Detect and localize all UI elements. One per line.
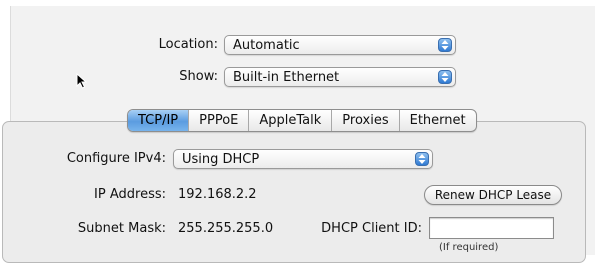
dhcp-client-id-field[interactable] [429, 217, 554, 239]
up-down-arrows-icon [438, 70, 452, 84]
mouse-pointer-icon [76, 72, 88, 93]
location-popup[interactable]: Automatic [224, 35, 456, 55]
location-popup-value: Automatic [233, 38, 300, 53]
tab-tcp-ip[interactable]: TCP/IP [128, 110, 189, 131]
ip-address-value: 192.168.2.2 [178, 187, 257, 202]
ip-address-label: IP Address: [94, 187, 166, 202]
show-label: Show: [179, 69, 218, 84]
dhcp-client-id-label: DHCP Client ID: [321, 221, 422, 236]
tab-pppoe[interactable]: PPPoE [188, 110, 248, 131]
configure-ipv4-popup[interactable]: Using DHCP [173, 149, 433, 169]
configure-ipv4-label: Configure IPv4: [66, 151, 166, 166]
show-popup-value: Built-in Ethernet [233, 70, 340, 85]
tab-appletalk[interactable]: AppleTalk [248, 110, 331, 131]
tab-proxies[interactable]: Proxies [331, 110, 398, 131]
configure-ipv4-value: Using DHCP [182, 152, 260, 167]
up-down-arrows-icon [438, 38, 452, 52]
show-popup[interactable]: Built-in Ethernet [224, 67, 456, 87]
subnet-mask-label: Subnet Mask: [77, 221, 166, 236]
tab-bar: TCP/IP PPPoE AppleTalk Proxies Ethernet [127, 109, 477, 132]
tab-ethernet[interactable]: Ethernet [398, 110, 476, 131]
subnet-mask-value: 255.255.255.0 [178, 221, 274, 236]
dhcp-client-id-hint: (If required) [439, 242, 499, 253]
renew-dhcp-lease-button[interactable]: Renew DHCP Lease [424, 185, 562, 205]
location-label: Location: [158, 37, 218, 52]
up-down-arrows-icon [415, 152, 429, 166]
